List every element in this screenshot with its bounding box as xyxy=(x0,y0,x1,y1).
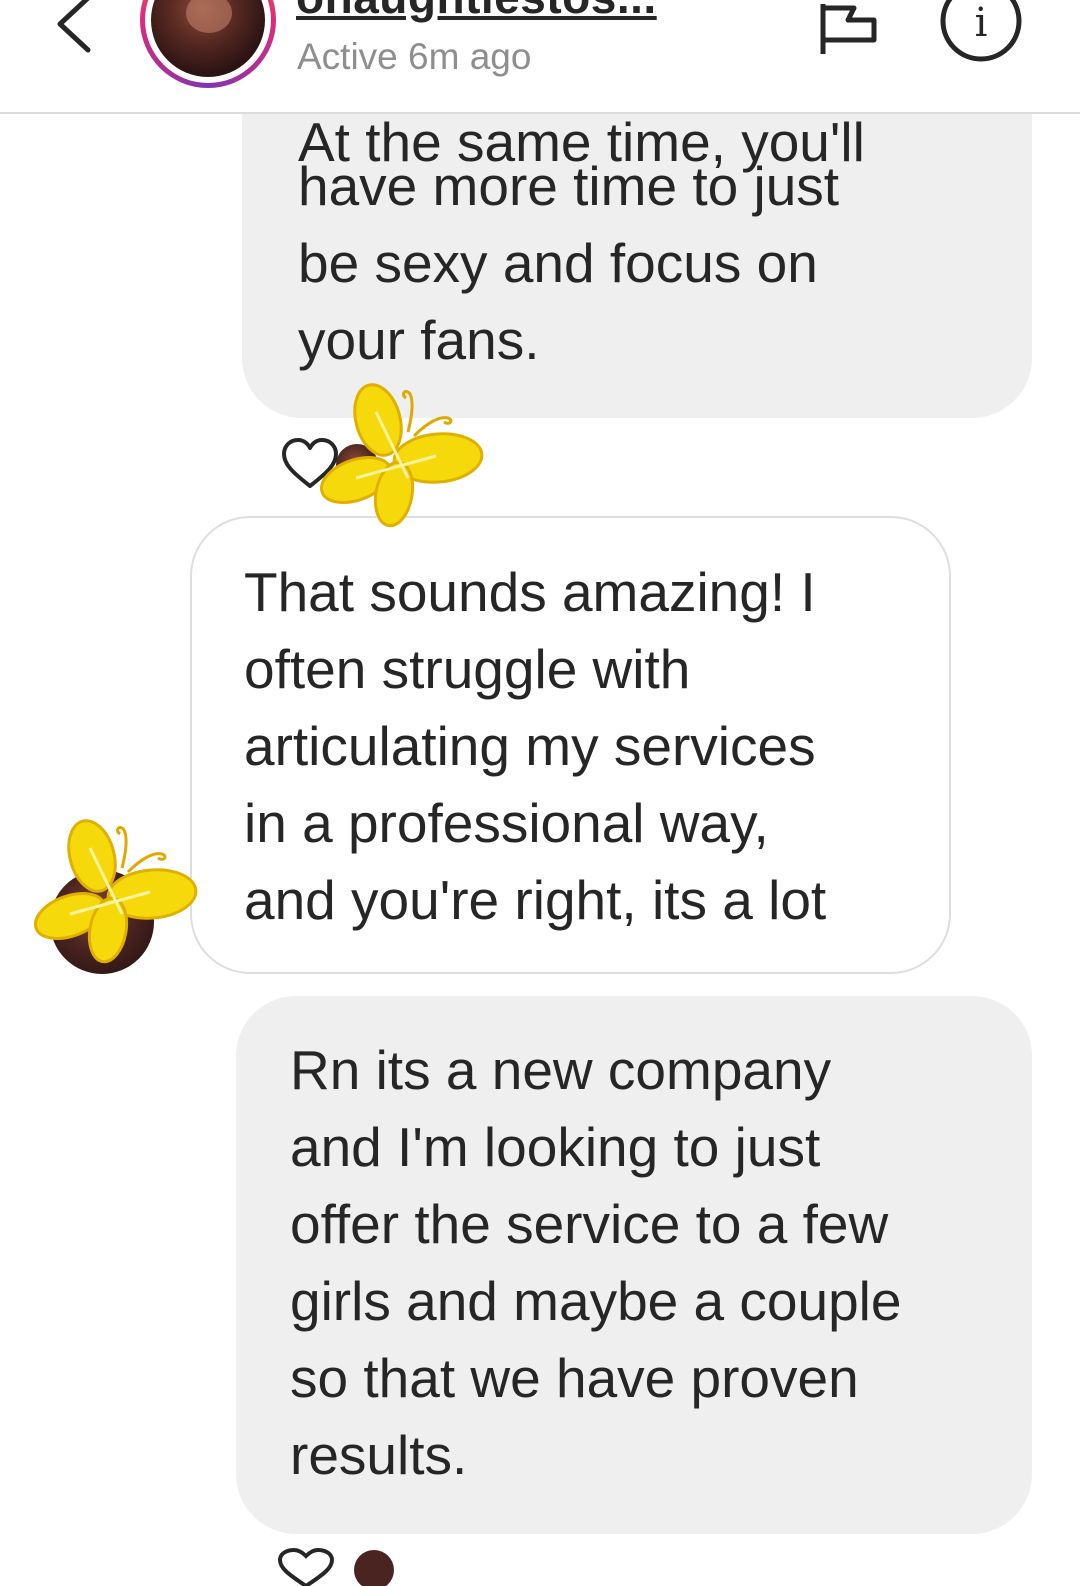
butterfly-sticker xyxy=(319,383,484,528)
chat-username[interactable]: onaughtiestos... xyxy=(296,0,657,24)
message-line: and you're right, its a lot xyxy=(244,869,827,931)
info-icon: i xyxy=(940,0,1022,62)
message-bubble-received[interactable]: Rn its a new company and I'm looking to … xyxy=(236,996,1032,1534)
message-line: results. xyxy=(290,1424,468,1486)
message-line: Rn its a new company xyxy=(290,1039,832,1101)
chat-header: onaughtiestos... Active 6m ago i xyxy=(0,0,1080,114)
message-line: in a professional way, xyxy=(244,792,769,854)
svg-text:i: i xyxy=(975,0,988,46)
message-line: your fans. xyxy=(298,309,540,371)
message-line: and I'm looking to just xyxy=(290,1116,821,1178)
profile-avatar[interactable] xyxy=(140,0,276,88)
message-line: articulating my services xyxy=(244,715,816,777)
message-line: so that we have proven xyxy=(290,1347,859,1409)
message-line: often struggle with xyxy=(244,638,691,700)
message-line: offer the service to a few xyxy=(290,1193,889,1255)
butterfly-sticker xyxy=(33,819,198,964)
message-partial-line: At the same time, you'll xyxy=(298,111,865,173)
flag-icon xyxy=(820,4,877,54)
chevron-left-icon xyxy=(57,0,91,53)
message-line: girls and maybe a couple xyxy=(290,1270,902,1332)
info-button[interactable]: i xyxy=(938,0,1024,64)
message-line: be sexy and focus on xyxy=(298,232,818,294)
back-button[interactable] xyxy=(44,0,114,62)
message-line: That sounds amazing! I xyxy=(244,561,816,623)
message-bubble-sent[interactable]: That sounds amazing! I often struggle wi… xyxy=(190,516,951,974)
bottom-reaction-row xyxy=(276,1546,406,1586)
active-status: Active 6m ago xyxy=(297,36,532,77)
flag-button[interactable] xyxy=(814,0,884,60)
